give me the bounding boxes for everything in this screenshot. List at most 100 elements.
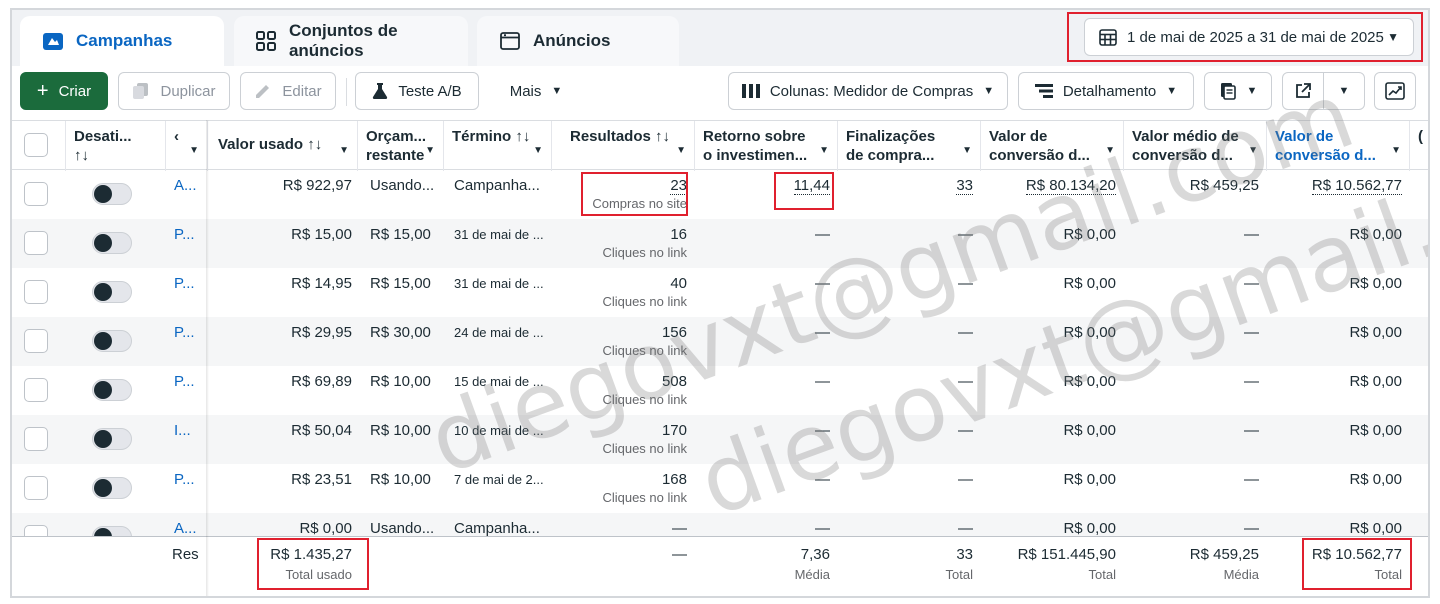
column-label: Término ↑↓ [452, 128, 531, 145]
edit-button[interactable]: Editar [240, 72, 336, 110]
table-row[interactable]: P... R$ 15,00 R$ 15,00 31 de mai de ... 16 Cl… [12, 219, 1428, 268]
column-header-spend[interactable]: Valor usado ↑↓ ▼ [210, 121, 358, 171]
campaign-toggle[interactable] [92, 330, 132, 352]
budget-cell: R$ 30,00 [370, 324, 431, 341]
select-all-checkbox[interactable] [24, 133, 48, 157]
duplicate-button[interactable]: Duplicar [118, 72, 230, 110]
column-header-name[interactable]: ‹ ▼ [166, 121, 208, 171]
tab-ad-sets[interactable]: Conjuntos de anúncios [234, 16, 468, 66]
campaign-toggle[interactable] [92, 281, 132, 303]
avg-conversion-value-cell: — [1244, 471, 1259, 488]
columns-button[interactable]: Colunas: Medidor de Compras ▼ [728, 72, 1008, 110]
conversion-value-cell: R$ 0,00 [981, 415, 1124, 464]
avg-conversion-value-cell: — [1244, 324, 1259, 341]
breakdown-button[interactable]: Detalhamento ▼ [1018, 72, 1194, 110]
table-row[interactable]: P... R$ 69,89 R$ 10,00 15 de mai de ... 508 C… [12, 366, 1428, 415]
column-header-avg-conversion-value[interactable]: Valor médio de conversão d... ▼ [1124, 121, 1267, 171]
row-select-checkbox[interactable] [24, 476, 48, 500]
table-row[interactable]: P... R$ 29,95 R$ 30,00 24 de mai de ... 156 C… [12, 317, 1428, 366]
charts-button[interactable] [1374, 72, 1416, 110]
ads-manager-window: Campanhas Conjuntos de anúncios Anúncios… [10, 8, 1430, 598]
tab-label: Anúncios [533, 31, 611, 50]
avg-conversion-value-cell: — [1244, 422, 1259, 439]
campaign-toggle[interactable] [92, 428, 132, 450]
row-select-checkbox[interactable] [24, 280, 48, 304]
campaign-toggle[interactable] [92, 477, 132, 499]
tab-campaigns[interactable]: Campanhas [20, 16, 224, 66]
column-header-deactivate[interactable]: Desati... ↑↓ [66, 121, 166, 171]
campaign-name-link[interactable]: P... [174, 226, 195, 243]
more-button[interactable]: Mais ▼ [490, 72, 582, 110]
chevron-down-icon: ▼ [1387, 30, 1399, 44]
chevron-down-icon: ▼ [551, 85, 563, 97]
table-row[interactable]: I... R$ 50,04 R$ 10,00 10 de mai de ... 170 C… [12, 415, 1428, 464]
column-header-checkouts[interactable]: Finalizações de compra... ▼ [838, 121, 981, 171]
ad-window-icon [499, 30, 521, 52]
column-header-results[interactable]: Resultados ↑↓ ▼ [552, 121, 695, 171]
campaign-name-cell[interactable]: P... [166, 317, 206, 366]
column-label: ‹ [174, 128, 179, 145]
row-select-checkbox[interactable] [24, 231, 48, 255]
row-select-checkbox[interactable] [24, 378, 48, 402]
results-value: 16 [670, 226, 687, 243]
budget-cell: R$ 10,00 [370, 471, 431, 488]
campaign-name-cell[interactable]: P... [166, 366, 206, 415]
campaign-name-link[interactable]: A... [174, 520, 197, 537]
reports-button[interactable]: ▼ [1204, 72, 1272, 110]
checkouts-value: — [958, 275, 973, 292]
results-value: — [672, 520, 687, 537]
campaign-name-cell[interactable]: P... [166, 219, 206, 268]
column-header-conversion-value-2[interactable]: Valor de conversão d... ▼ [1267, 121, 1410, 171]
export-dropdown-button[interactable]: ▼ [1323, 72, 1365, 110]
column-header-roas[interactable]: Retorno sobre o investimen... ▼ [695, 121, 838, 171]
row-select-checkbox[interactable] [24, 427, 48, 451]
checkouts-cell: — [838, 219, 981, 268]
roas-cell: — [695, 219, 838, 268]
export-button[interactable] [1282, 72, 1324, 110]
tabs-bar: Campanhas Conjuntos de anúncios Anúncios… [12, 10, 1428, 66]
campaign-name-link[interactable]: P... [174, 324, 195, 341]
date-range-picker[interactable]: 1 de mai de 2025 a 31 de mai de 2025 ▼ [1084, 18, 1414, 56]
spend-cell: R$ 14,95 [291, 275, 352, 292]
reports-icon [1219, 82, 1237, 100]
campaign-name-cell[interactable]: P... [166, 268, 206, 317]
campaign-toggle[interactable] [92, 379, 132, 401]
end-date-cell: 31 de mai de ... [454, 227, 544, 242]
campaign-name-cell[interactable]: A... [166, 170, 206, 219]
tab-ads[interactable]: Anúncios [477, 16, 679, 66]
table-row[interactable]: P... R$ 23,51 R$ 10,00 7 de mai de 2... 168 C… [12, 464, 1428, 513]
checkouts-value: — [958, 520, 973, 537]
results-type: Cliques no link [602, 490, 687, 505]
row-select-checkbox[interactable] [24, 182, 48, 206]
table-row[interactable]: A... R$ 922,97 Usando... Campanha... 23 Compr… [12, 170, 1428, 219]
total-conversion-value: R$ 151.445,90 Total [981, 545, 1116, 585]
create-button[interactable]: + Criar [20, 72, 108, 110]
campaign-name-link[interactable]: I... [174, 422, 191, 439]
campaign-name-link[interactable]: P... [174, 275, 195, 292]
chevron-down-icon: ▼ [1338, 85, 1350, 97]
campaign-toggle[interactable] [92, 183, 132, 205]
column-header-budget[interactable]: Orçam... restante ▼ [358, 121, 444, 171]
end-date-cell: 24 de mai de ... [454, 325, 544, 340]
column-header-conversion-value[interactable]: Valor de conversão d... ▼ [981, 121, 1124, 171]
results-type: Cliques no link [602, 245, 687, 260]
create-label: Criar [58, 82, 92, 100]
campaign-name-cell[interactable]: I... [166, 415, 206, 464]
row-select-checkbox[interactable] [24, 329, 48, 353]
campaign-name-link[interactable]: P... [174, 373, 195, 390]
column-header-extra[interactable]: ( [1410, 121, 1428, 171]
column-header-end-date[interactable]: Término ↑↓ ▼ [444, 121, 552, 171]
ab-test-button[interactable]: Teste A/B [355, 72, 479, 110]
campaign-name-link[interactable]: P... [174, 471, 195, 488]
budget-cell: R$ 10,00 [370, 373, 431, 390]
chevron-down-icon: ▼ [819, 145, 829, 156]
total-checkouts: 33 Total [838, 545, 973, 585]
checkouts-cell: — [838, 366, 981, 415]
campaign-toggle[interactable] [92, 232, 132, 254]
campaign-name-link[interactable]: A... [174, 177, 197, 194]
chevron-down-icon: ▼ [1391, 145, 1401, 156]
total-checkouts-caption: Total [945, 567, 973, 582]
table-row[interactable]: P... R$ 14,95 R$ 15,00 31 de mai de ... 40 Cl… [12, 268, 1428, 317]
avg-conversion-value-cell: — [1244, 226, 1259, 243]
campaign-name-cell[interactable]: P... [166, 464, 206, 513]
